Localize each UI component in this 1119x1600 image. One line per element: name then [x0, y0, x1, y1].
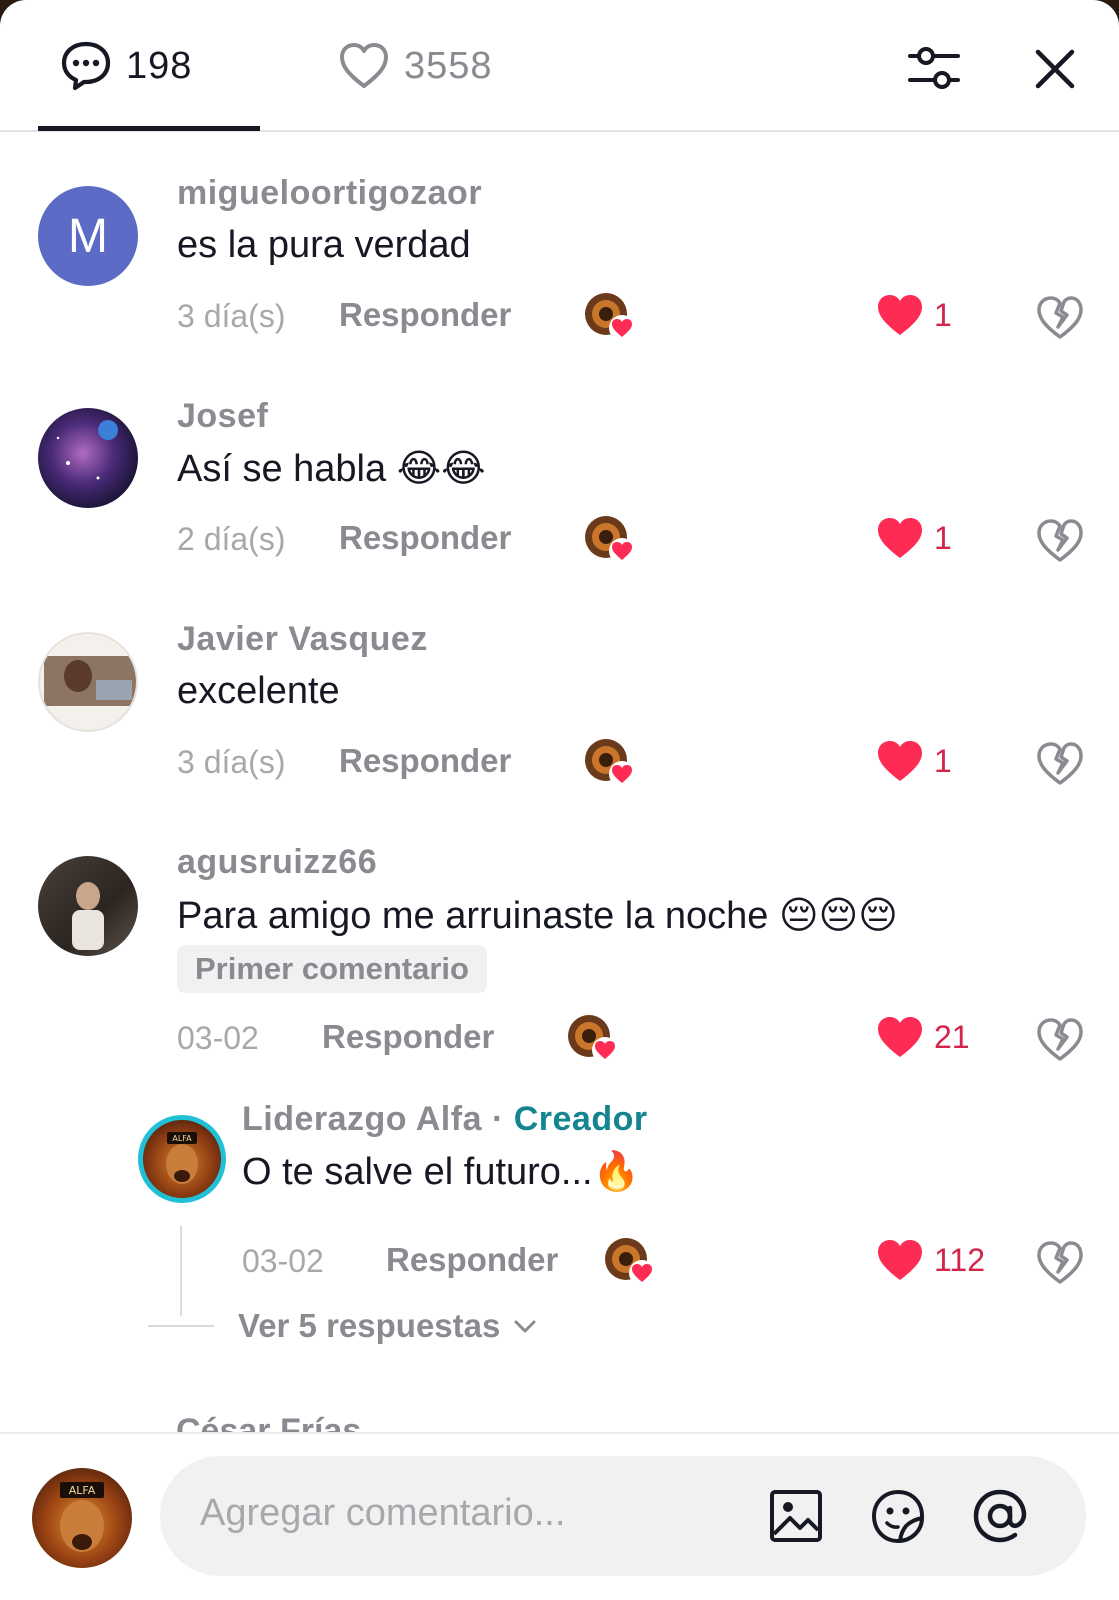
- reply-button[interactable]: Responder: [339, 742, 511, 780]
- chevron-down-icon: [514, 1320, 536, 1333]
- comment-time: 03-02: [177, 1020, 259, 1056]
- creator-liked-icon: [585, 516, 635, 564]
- reply-button[interactable]: Responder: [339, 519, 511, 557]
- image-icon[interactable]: [766, 1486, 826, 1546]
- heart-filled-icon: [878, 518, 922, 558]
- first-comment-badge: Primer comentario: [177, 945, 487, 993]
- divider: [148, 1325, 214, 1327]
- heart-outline-icon: [340, 43, 388, 88]
- creator-liked-icon: [585, 739, 635, 787]
- photo-avatar-image: [72, 882, 104, 950]
- view-replies-label: Ver 5 respuestas: [238, 1307, 501, 1344]
- creator-liked-icon: [605, 1238, 655, 1286]
- at-icon[interactable]: [970, 1486, 1030, 1546]
- chat-bubble-icon: [61, 41, 111, 91]
- comments-header: 198 3558: [0, 0, 1119, 132]
- comment-text: excelente: [177, 670, 340, 712]
- like-button[interactable]: 1: [876, 293, 952, 337]
- like-button[interactable]: 21: [876, 1015, 970, 1059]
- reply-separator: ·: [482, 1100, 514, 1138]
- emoji-sticker-icon[interactable]: [868, 1486, 928, 1546]
- like-button[interactable]: 112: [876, 1238, 985, 1282]
- likes-count: 3558: [404, 44, 493, 87]
- reply-username-text: Liderazgo Alfa: [242, 1100, 482, 1138]
- lion-logo-image: ALFA: [166, 1132, 198, 1184]
- broken-heart-icon[interactable]: [1036, 1015, 1084, 1063]
- broken-heart-icon[interactable]: [1036, 739, 1084, 787]
- heart-filled-icon: [878, 1240, 922, 1280]
- reply-username[interactable]: Liderazgo Alfa · Creador: [242, 1100, 648, 1139]
- comment-text: es la pura verdad: [177, 224, 471, 266]
- reply-button[interactable]: Responder: [339, 296, 511, 334]
- view-replies-button[interactable]: Ver 5 respuestas: [148, 1306, 540, 1346]
- avatar[interactable]: M: [38, 186, 138, 286]
- reply-time: 03-02: [242, 1243, 324, 1279]
- avatar-letter: M: [68, 209, 108, 263]
- lion-logo-image: ALFA: [60, 1482, 104, 1552]
- close-icon[interactable]: [1030, 44, 1080, 94]
- reply-button[interactable]: Responder: [386, 1241, 558, 1279]
- photo-avatar-image: [44, 656, 136, 706]
- comment-username[interactable]: Javier Vasquez: [177, 620, 428, 659]
- like-button[interactable]: 1: [876, 739, 952, 783]
- broken-heart-icon[interactable]: [1036, 516, 1084, 564]
- creator-liked-icon: [585, 293, 635, 341]
- heart-filled-icon: [878, 741, 922, 781]
- comments-sheet: 198 3558 M migueloortigozaor es la pura …: [0, 0, 1119, 1600]
- creator-avatar[interactable]: ALFA: [138, 1115, 226, 1203]
- comment-time: 3 día(s): [177, 298, 286, 334]
- reply-button[interactable]: Responder: [322, 1018, 494, 1056]
- comments-count: 198: [126, 44, 193, 87]
- avatar[interactable]: [38, 408, 138, 508]
- creator-label: Creador: [513, 1100, 648, 1138]
- avatar[interactable]: [38, 856, 138, 956]
- heart-filled-icon: [878, 1017, 922, 1057]
- like-button[interactable]: 1: [876, 516, 952, 560]
- comment-username[interactable]: agusruizz66: [177, 843, 377, 882]
- thread-line: [180, 1226, 182, 1316]
- tab-likes[interactable]: 3558: [338, 36, 493, 96]
- reply-text: O te salve el futuro...🔥: [242, 1151, 640, 1193]
- comment-composer: ALFA Agregar comentario...: [0, 1432, 1119, 1600]
- like-count: 1: [934, 296, 952, 333]
- like-count: 1: [934, 519, 952, 556]
- comment-text: Así se habla 😂😂: [177, 448, 486, 490]
- broken-heart-icon[interactable]: [1036, 1238, 1084, 1286]
- svg-text:ALFA: ALFA: [69, 1484, 96, 1497]
- comment-input[interactable]: Agregar comentario...: [160, 1456, 1086, 1576]
- comment-username[interactable]: migueloortigozaor: [177, 174, 482, 213]
- avatar[interactable]: [38, 632, 138, 732]
- broken-heart-icon[interactable]: [1036, 293, 1084, 341]
- tab-comments[interactable]: 198: [60, 36, 192, 96]
- like-count: 1: [934, 742, 952, 779]
- like-count: 21: [934, 1018, 970, 1055]
- svg-text:ALFA: ALFA: [172, 1134, 192, 1143]
- heart-filled-icon: [878, 295, 922, 335]
- sliders-icon[interactable]: [906, 40, 962, 96]
- my-avatar[interactable]: ALFA: [32, 1468, 132, 1568]
- comment-time: 2 día(s): [177, 521, 286, 557]
- comment-time: 3 día(s): [177, 744, 286, 780]
- like-count: 112: [934, 1241, 986, 1278]
- comment-input-placeholder: Agregar comentario...: [200, 1492, 566, 1534]
- comment-username[interactable]: Josef: [177, 397, 268, 436]
- creator-liked-icon: [568, 1015, 618, 1063]
- active-tab-indicator: [38, 126, 260, 131]
- comment-text: Para amigo me arruinaste la noche 😔😔😔: [177, 895, 898, 937]
- galaxy-avatar-image: [56, 420, 118, 480]
